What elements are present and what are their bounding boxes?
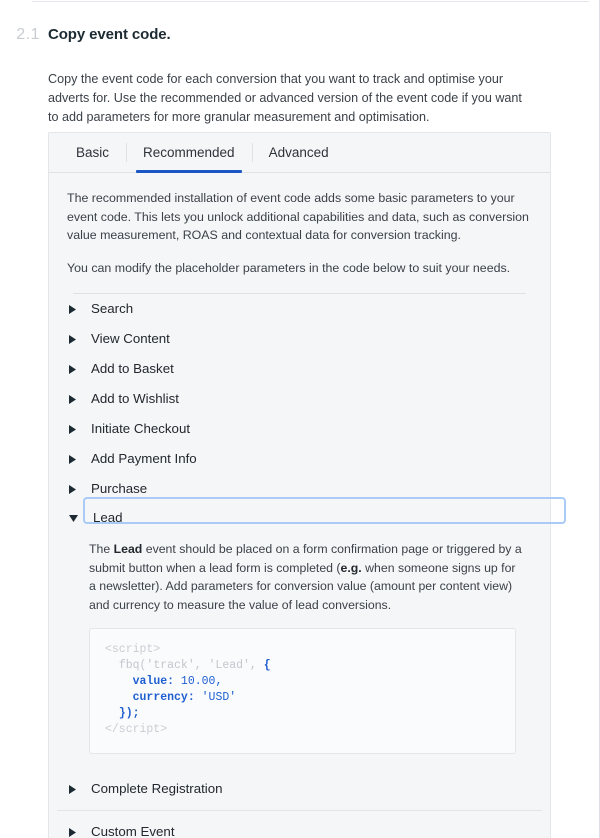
tab-advanced[interactable]: Advanced: [251, 133, 346, 172]
caret-right-icon: [69, 304, 83, 314]
accordion-label: Initiate Checkout: [91, 421, 191, 437]
lead-desc-part-1: The: [89, 542, 114, 556]
accordion-item-add-to-basket[interactable]: Add to Basket: [49, 354, 550, 384]
accordion-label: Search: [91, 301, 134, 317]
accordion-item-view-content[interactable]: View Content: [49, 324, 550, 354]
accordion-item-add-to-wishlist[interactable]: Add to Wishlist: [49, 384, 550, 414]
code-block[interactable]: <script> fbq('track', 'Lead', { value: 1…: [89, 628, 516, 754]
tab-recommended[interactable]: Recommended: [126, 133, 252, 173]
accordion-item-add-payment-info[interactable]: Add Payment Info: [49, 444, 550, 474]
caret-right-icon: [69, 484, 83, 494]
code-line-fbq-call: fbq('track', 'Lead',: [118, 659, 264, 672]
accordion-label: Add Payment Info: [91, 451, 197, 467]
lead-desc-bold-2: e.g.: [340, 560, 362, 575]
accordion-label: View Content: [91, 331, 170, 347]
event-accordion: Search View Content Add to Basket Add to…: [49, 294, 566, 838]
body-paragraph-1: The recommended installation of event co…: [67, 191, 529, 242]
card-body: The recommended installation of event co…: [49, 173, 550, 294]
caret-down-icon: [69, 514, 83, 522]
caret-right-icon: [69, 364, 83, 374]
accordion-item-search[interactable]: Search: [49, 294, 550, 324]
code-line-script-open: <script>: [105, 643, 161, 656]
accordion-label: Purchase: [91, 481, 148, 497]
tab-bar: Basic Recommended Advanced: [49, 133, 550, 173]
page-title: Copy event code.: [48, 26, 171, 43]
step-header: 2.1 Copy event code.: [0, 26, 599, 44]
accordion-item-purchase[interactable]: Purchase: [49, 474, 550, 504]
accordion-item-complete-registration[interactable]: Complete Registration: [49, 774, 550, 804]
page-container: 2.1 Copy event code. Copy the event code…: [0, 0, 600, 838]
caret-right-icon: [69, 784, 83, 794]
code-line-script-close: </script>: [105, 723, 168, 736]
accordion-divider: [57, 810, 542, 811]
code-key-value: value:: [132, 675, 175, 688]
accordion-item-lead[interactable]: Lead: [49, 497, 566, 532]
lead-detail-panel: The Lead event should be placed on a for…: [49, 532, 550, 764]
code-open-brace: {: [263, 659, 271, 672]
accordion-label: Add to Basket: [91, 361, 174, 377]
accordion-label: Lead: [93, 510, 123, 526]
caret-right-icon: [69, 334, 83, 344]
body-paragraph-2: You can modify the placeholder parameter…: [67, 260, 511, 275]
accordion-item-initiate-checkout[interactable]: Initiate Checkout: [49, 414, 550, 444]
code-key-currency: currency:: [132, 691, 195, 704]
code-value-currency: 'USD': [194, 691, 237, 704]
caret-right-icon: [69, 394, 83, 404]
code-value-amount: 10.00,: [174, 675, 223, 688]
accordion-label: Custom Event: [91, 824, 175, 838]
accordion-item-custom-event[interactable]: Custom Event: [49, 817, 550, 838]
accordion-label: Add to Wishlist: [91, 391, 179, 407]
caret-right-icon: [69, 827, 83, 837]
code-close-brace: });: [118, 707, 140, 720]
event-code-card: Basic Recommended Advanced The recommend…: [48, 132, 566, 838]
step-number: 2.1: [16, 26, 40, 43]
lead-desc-bold-1: Lead: [113, 542, 143, 556]
caret-right-icon: [69, 424, 83, 434]
tab-basic[interactable]: Basic: [59, 133, 126, 172]
lead-description: The Lead event should be placed on a for…: [89, 540, 524, 614]
top-divider: [32, 1, 589, 2]
code-snippet: <script> fbq('track', 'Lead', { value: 1…: [105, 642, 500, 738]
accordion-label: Complete Registration: [91, 781, 223, 797]
caret-right-icon: [69, 454, 83, 464]
intro-paragraph: Copy the event code for each conversion …: [48, 72, 522, 124]
